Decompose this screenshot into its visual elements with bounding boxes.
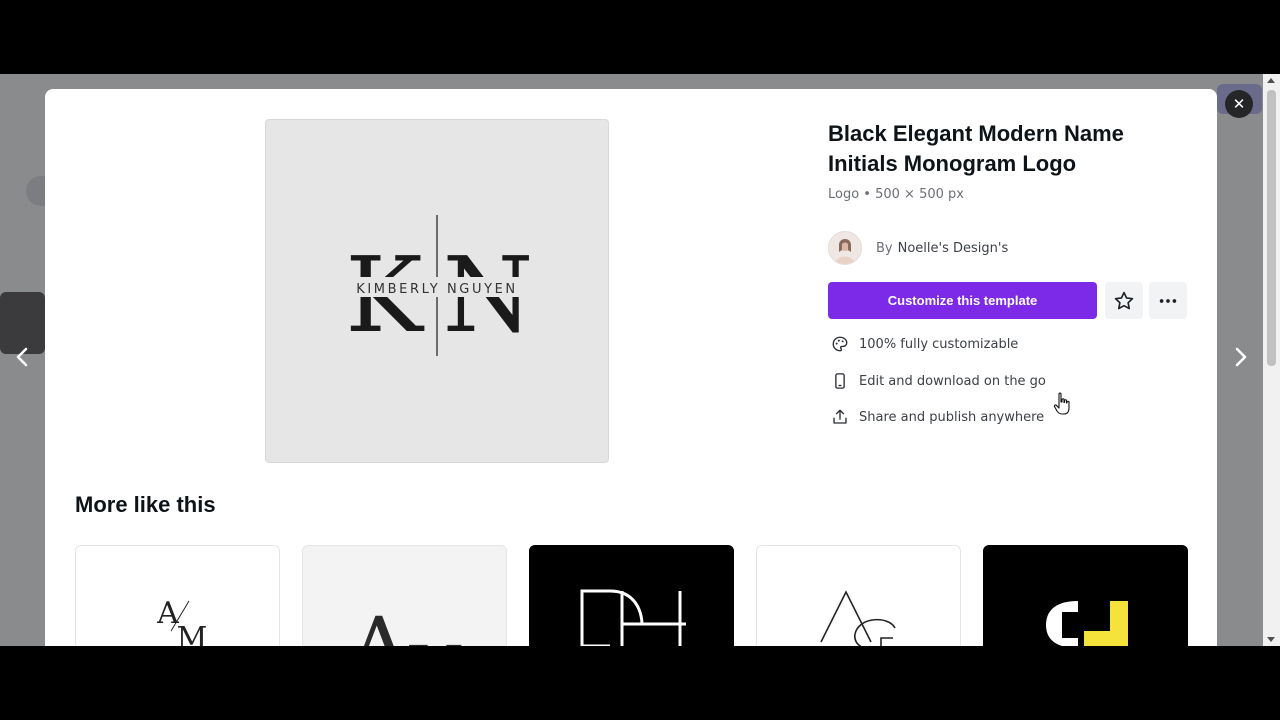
close-modal-button[interactable]: ✕ <box>1225 90 1253 118</box>
feature-mobile: Edit and download on the go <box>830 371 1046 391</box>
svg-text:V: V <box>409 631 462 646</box>
similar-template-card[interactable] <box>529 545 734 646</box>
svg-text:KIMBERLY NGUYEN: KIMBERLY NGUYEN <box>356 282 518 297</box>
phone-icon <box>830 371 850 391</box>
chevron-right-icon <box>1235 347 1247 367</box>
author-avatar[interactable] <box>828 231 862 265</box>
scroll-up-icon[interactable] <box>1267 78 1275 83</box>
scrollbar-thumb[interactable] <box>1267 90 1276 366</box>
next-template-arrow[interactable] <box>1231 342 1251 372</box>
template-meta: Logo • 500 × 500 px <box>828 187 964 202</box>
feature-text: Share and publish anywhere <box>859 409 1045 425</box>
scroll-down-icon[interactable] <box>1267 637 1275 642</box>
similar-template-card[interactable]: A V <box>302 545 507 646</box>
author-row: By Noelle's Design's <box>828 231 1008 265</box>
dimmed-background-page: K N KIMBERLY NGUYEN Black Elegant Modern… <box>0 74 1280 646</box>
template-title: Black Elegant Modern Name Initials Monog… <box>828 121 1124 176</box>
share-icon <box>830 407 850 427</box>
author-name-link[interactable]: Noelle's Design's <box>898 241 1009 256</box>
thumbnail-image <box>820 590 896 646</box>
page-scrollbar[interactable] <box>1263 74 1280 646</box>
feature-text: 100% fully customizable <box>859 336 1019 352</box>
hand-pointer-cursor <box>1053 392 1071 420</box>
thumbnail-image <box>1046 601 1128 646</box>
more-like-this-heading: More like this <box>75 492 216 517</box>
feature-text: Edit and download on the go <box>859 373 1046 389</box>
template-preview: K N KIMBERLY NGUYEN <box>265 119 609 463</box>
customize-template-button[interactable]: Customize this template <box>828 282 1097 319</box>
previous-template-arrow[interactable] <box>12 342 32 372</box>
feature-customizable: 100% fully customizable <box>830 334 1018 354</box>
star-outline-icon <box>1114 291 1134 309</box>
similar-template-card[interactable] <box>756 545 961 646</box>
similar-template-card[interactable] <box>983 545 1188 646</box>
feature-share: Share and publish anywhere <box>830 407 1044 427</box>
similar-template-card[interactable]: A M <box>75 545 280 646</box>
palette-icon <box>830 334 850 354</box>
thumbnail-image <box>580 589 686 646</box>
thumbnail-image: A M <box>156 596 208 646</box>
template-modal: K N KIMBERLY NGUYEN Black Elegant Modern… <box>45 89 1217 646</box>
by-label: By <box>876 240 893 256</box>
monogram-logo-preview: K N KIMBERLY NGUYEN <box>340 215 534 356</box>
thumbnail-image: A V <box>348 601 462 646</box>
chevron-left-icon <box>16 347 28 367</box>
svg-text:M: M <box>177 621 208 646</box>
more-options-button[interactable] <box>1149 282 1187 319</box>
svg-text:A: A <box>348 601 410 646</box>
close-icon: ✕ <box>1232 95 1246 113</box>
ellipsis-icon <box>1159 298 1177 303</box>
favorite-button[interactable] <box>1105 282 1143 319</box>
